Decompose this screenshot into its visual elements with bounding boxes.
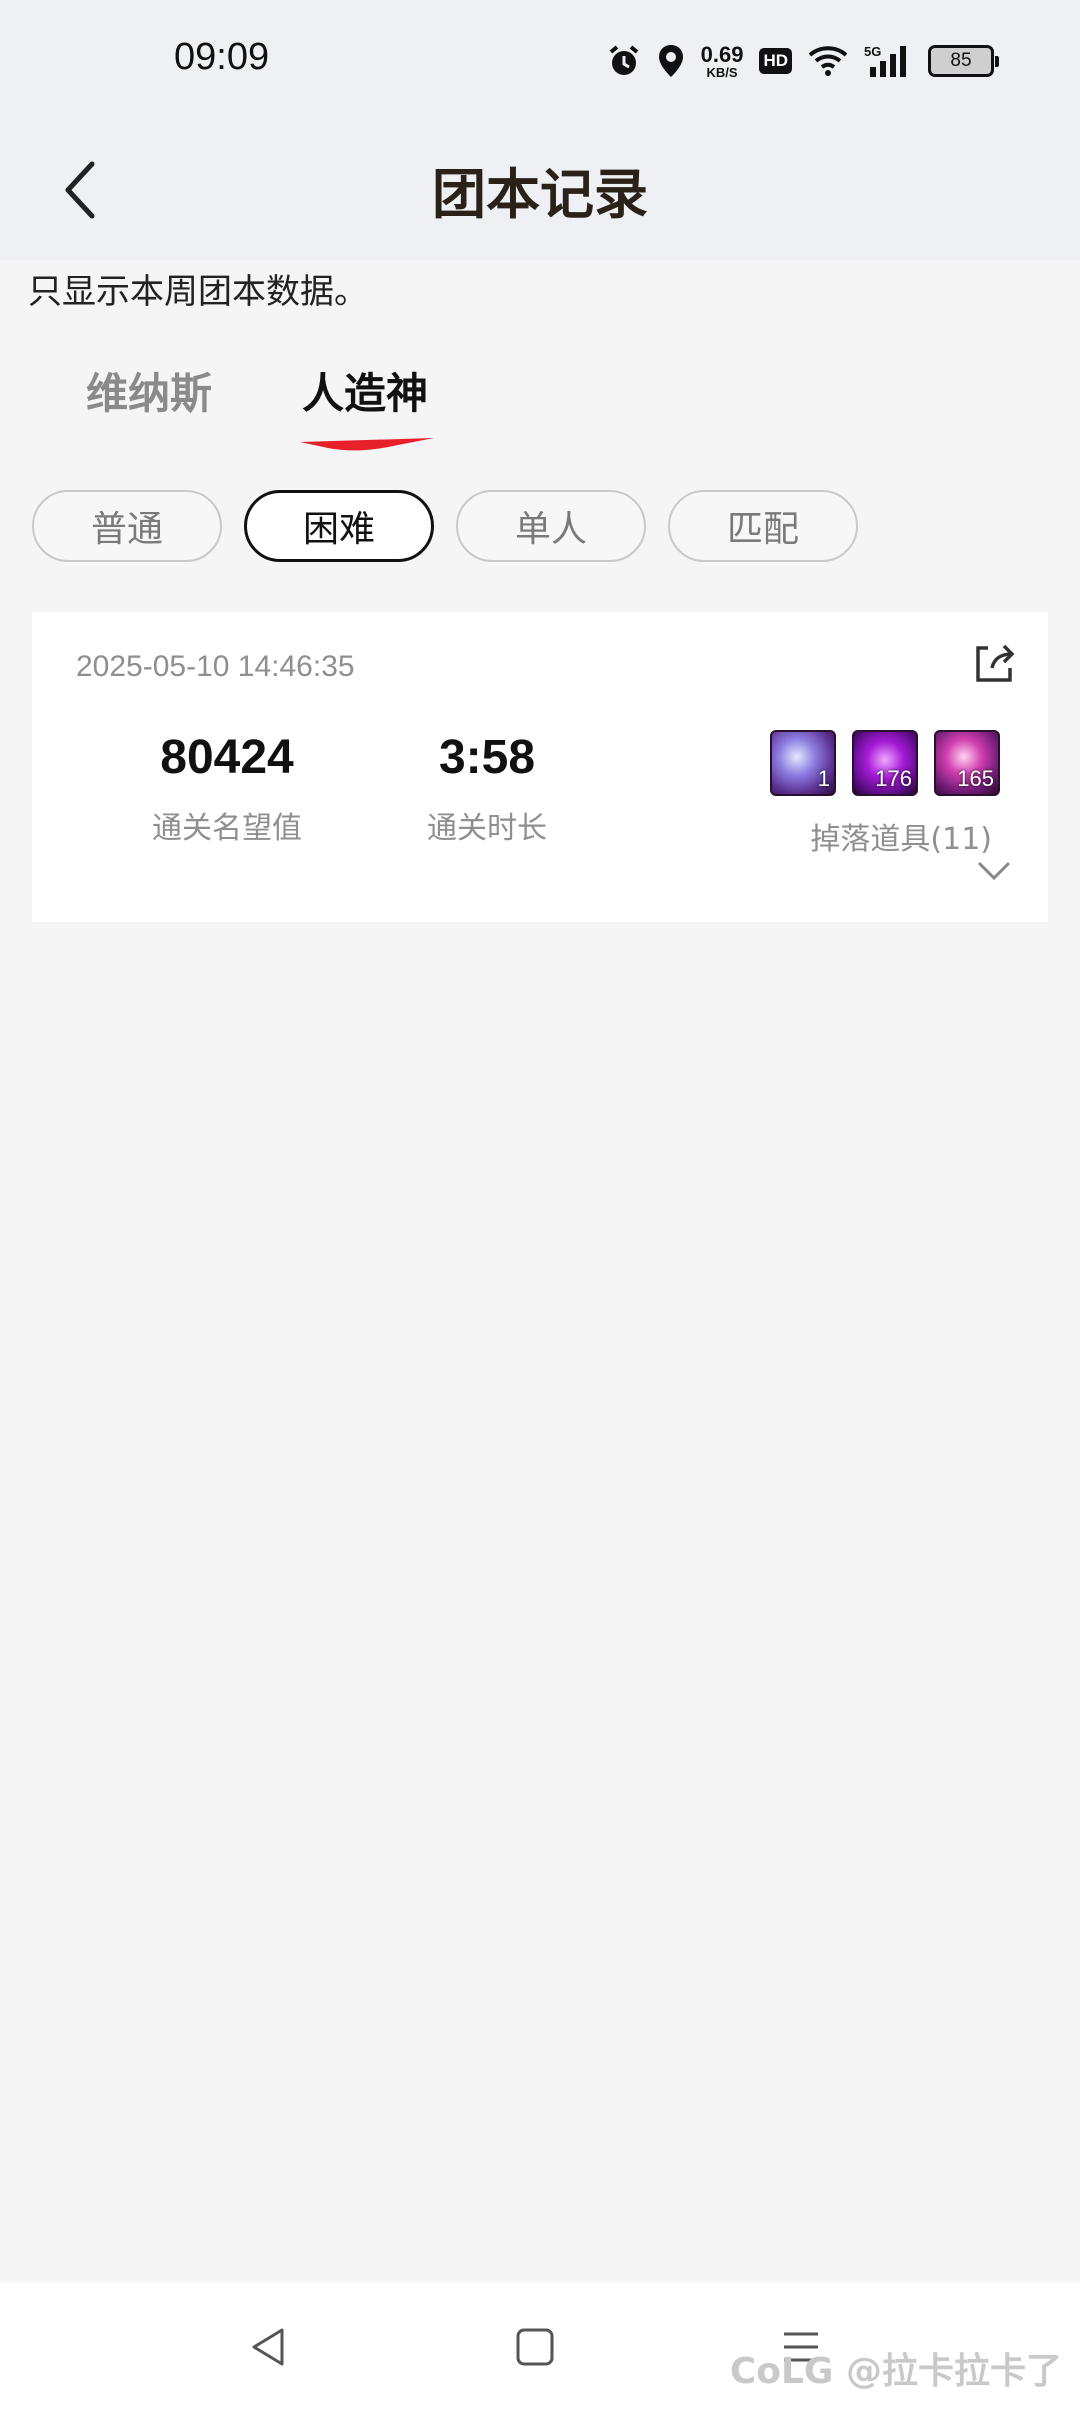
system-home-button[interactable] [510,2322,560,2372]
status-icons: 0.69 KB/S HD 5G 85 [607,38,999,84]
filter-normal-chip[interactable]: 普通 [32,490,222,562]
drop-item-count: 176 [875,766,912,791]
duration-stat: 3:58 通关时长 [372,730,602,847]
filter-solo-chip[interactable]: 单人 [456,490,646,562]
raid-tabs: 维纳斯 人造神 [0,360,1080,460]
drop-item-count: 1 [817,766,830,791]
location-icon [657,43,685,79]
drop-item-icon[interactable]: 165 [934,730,1000,796]
share-icon [976,644,1015,682]
network-speed-unit: KB/S [706,64,738,80]
drop-item-count: 165 [957,766,994,791]
page-title: 团本记录 [432,163,648,226]
fame-stat: 80424 通关名望值 [112,730,342,847]
network-speed: 0.69 KB/S [700,41,744,80]
system-back-button[interactable] [244,2322,294,2372]
nav-bar: 团本记录 [0,120,1080,260]
chevron-down-icon [978,862,1010,881]
drops-label: 掉落道具(11) [810,822,992,857]
watermark: CoLG @拉卡拉卡了 [729,2351,1062,2392]
battery-indicator: 85 [928,45,999,77]
raid-record-card: 2025-05-10 14:46:35 80424 通关名望值 3:58 通关时… [32,612,1048,922]
system-nav-bar: CoLG @拉卡拉卡了 [0,2282,1080,2412]
difficulty-filters: 普通 困难 单人 匹配 [32,490,858,562]
fame-label: 通关名望值 [152,811,302,846]
record-date: 2025-05-10 14:46:35 [76,650,355,683]
share-button[interactable] [970,640,1018,688]
tab-artificial-god[interactable]: 人造神 [302,360,428,421]
drop-items: 1 176 165 [760,730,1000,796]
filter-match-chip[interactable]: 匹配 [668,490,858,562]
drop-item-icon[interactable]: 1 [770,730,836,796]
drop-item-icon[interactable]: 176 [852,730,918,796]
triangle-back-icon [252,2328,284,2366]
drops-section: 1 176 165 掉落道具(11) [760,730,1000,858]
status-time: 09:09 [174,36,270,78]
expand-button[interactable] [974,856,1014,886]
cellular-signal-icon: 5G [864,43,912,79]
tab-venus[interactable]: 维纳斯 [86,360,212,421]
duration-label: 通关时长 [427,811,547,846]
notice-text: 只显示本周团本数据。 [28,272,368,312]
battery-level: 85 [950,50,972,71]
network-speed-value: 0.69 [700,41,744,67]
duration-value: 3:58 [438,731,536,784]
hd-badge: HD [759,48,792,74]
wifi-icon [808,45,848,77]
active-tab-indicator [300,438,434,451]
filter-hard-chip[interactable]: 困难 [244,490,434,562]
alarm-icon [607,44,641,78]
signal-type-label: 5G [864,44,881,59]
fame-value: 80424 [160,731,294,784]
status-bar: 09:09 0.69 KB/S HD 5G 85 [0,0,1080,120]
square-home-icon [516,2328,554,2366]
